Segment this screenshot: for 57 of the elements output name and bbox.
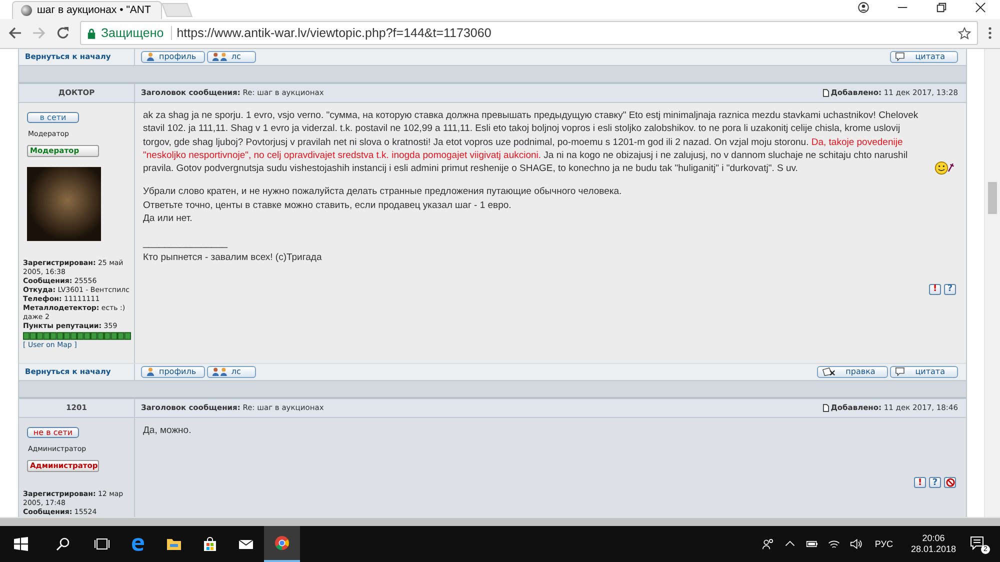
horizontal-scrollbar[interactable] xyxy=(0,517,1000,526)
language-indicator[interactable]: РУС xyxy=(874,539,893,549)
post-text: ak za shag ja ne sporju. 1 evro, vsjo verno. "сумма, на которую ставка должна превышать предыдущую ставку" Eto estj minimaljnaja raznica mezdu stavkami uchastnikov! Chelovek stavil 102. ja 111,11. Shag v 1 evro ja viderzal. t.k. postavil ne 102,99 a 111,11. Esli eto takoj boljnoj vopros i esli stoljko zalobshikov. to ne pora li uzakonitj celije chisla, krome uslovij torgov, gde shag ljuboj? Povtorjusj v pravilah net ni slova o kratnosti! Ja etot vopros uze podnimal, po-moemu s 1201-m god ili 2 nazad. On vzjal moju storonu. Da, takoje povedenije "neskoljko nesportivnoje", no celj opravdivajet sredstva t.k. inogda pomogajet viigivatj aukcioni. Ja ni na kogo ne obizajusj i ne zalujusj, no v dannom sluchaje ne schitaju chto narushil pravila. Gotov podvergnutsja sudu vishestojashih instancij i esli admini primut reshenije o SHAGE, to konechno ja ne budu tak "huliganitj" i "durkovatj". S uv. xyxy=(143,108,920,176)
notification-icon[interactable] xyxy=(970,536,984,550)
speech-bubble-icon xyxy=(895,367,906,376)
post-text-line: Ответьте точно, центы в ставке можно ставить, если продавец указал шаг - 1 евро. xyxy=(143,198,512,212)
note-cross-icon xyxy=(822,367,836,376)
document-icon xyxy=(822,88,829,97)
quote-button[interactable]: цитата xyxy=(890,366,958,378)
profile-button[interactable]: профиль xyxy=(141,366,206,378)
online-status-button[interactable]: в сети xyxy=(27,112,79,123)
report-button[interactable]: ! xyxy=(929,284,941,295)
people-icon[interactable] xyxy=(762,538,774,550)
reload-icon[interactable] xyxy=(56,26,70,40)
quote-button[interactable]: цитата xyxy=(890,50,958,63)
two-people-icon xyxy=(212,367,228,376)
chrome-icon[interactable] xyxy=(264,526,300,562)
battery-icon[interactable] xyxy=(806,538,818,550)
person-icon xyxy=(146,52,155,62)
signature-rule: ________________ xyxy=(143,237,228,251)
post-text-line: Да или нет. xyxy=(143,212,192,226)
document-icon xyxy=(822,404,829,412)
account-icon[interactable] xyxy=(858,2,869,13)
url-text: https://www.antik-war.lv/viewtopic.php?f=144&t=1173060 xyxy=(176,26,492,40)
star-icon[interactable] xyxy=(958,26,971,40)
two-people-icon xyxy=(212,52,228,62)
speaker-icon[interactable] xyxy=(850,538,862,550)
close-icon[interactable] xyxy=(975,2,986,13)
clock-date[interactable]: 28.01.2018 xyxy=(910,544,956,555)
secure-label: Защищено xyxy=(101,26,172,40)
post-text: Да, можно. xyxy=(143,424,192,438)
back-arrow-icon[interactable] xyxy=(8,26,22,40)
wifi-icon[interactable] xyxy=(828,538,840,550)
online-status-button[interactable]: не в сети xyxy=(27,426,79,438)
profile-button[interactable]: профиль xyxy=(141,50,206,63)
restore-icon[interactable] xyxy=(936,2,947,13)
edit-button[interactable]: правка xyxy=(817,366,888,378)
address-bar[interactable]: Защищено https://www.antik-war.lv/viewtopic.php?f=144&t=1173060 xyxy=(80,21,978,46)
ban-button[interactable] xyxy=(944,477,956,488)
search-icon[interactable] xyxy=(56,537,70,551)
menu-icon[interactable] xyxy=(988,26,992,40)
padlock-icon xyxy=(87,28,96,39)
post-text-line: Убрали слово кратен, и не нужно пожалуйста делать странные предложения путающие обычного человека. xyxy=(143,185,622,199)
private-message-button[interactable]: лс xyxy=(207,50,256,63)
person-icon xyxy=(146,367,155,376)
info-button[interactable]: ? xyxy=(929,477,941,488)
signature-text: Кто рыпнется - завалим всех! (c)Тригада xyxy=(143,250,322,264)
vertical-scrollbar[interactable] xyxy=(984,48,1000,518)
site-favicon-icon xyxy=(21,4,32,16)
tab-title: шаг в аукционах • "ANT xyxy=(37,4,151,16)
windows-start-icon[interactable] xyxy=(14,537,28,551)
browser-tab[interactable]: шаг в аукционах • "ANT xyxy=(12,0,162,19)
info-button[interactable]: ? xyxy=(944,284,956,295)
clock-time[interactable]: 20:06 xyxy=(922,533,945,544)
report-button[interactable]: ! xyxy=(914,477,926,488)
speech-bubble-icon xyxy=(895,52,906,62)
private-message-button[interactable]: лс xyxy=(207,366,256,378)
